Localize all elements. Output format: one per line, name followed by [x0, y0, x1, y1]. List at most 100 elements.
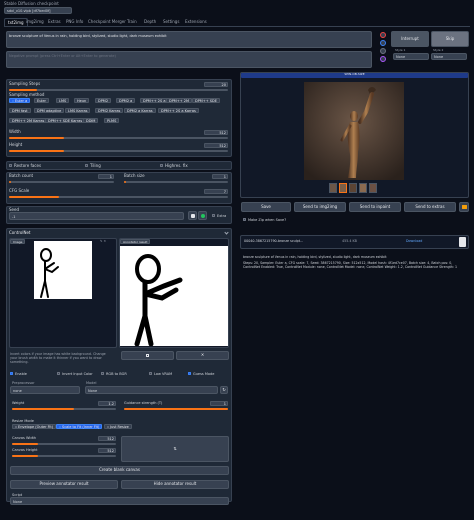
method-dpm-fast[interactable]: DPM fast — [9, 108, 31, 113]
tab-train[interactable]: Train — [127, 18, 137, 26]
paste-icon[interactable] — [380, 32, 386, 38]
annotator-close-button[interactable]: ✕ — [176, 351, 229, 360]
tab-checkpoint-merger[interactable]: Checkpoint Merger — [88, 18, 126, 26]
tab-img2img[interactable]: img2img — [26, 18, 44, 26]
interrupt-button[interactable]: Interrupt — [391, 31, 429, 47]
thumbnail[interactable] — [339, 183, 347, 193]
resize-scale-to-fit[interactable]: Scale to Fit (Inner Fit) — [56, 424, 103, 429]
thumbnail[interactable] — [349, 183, 357, 193]
canvas-height-value[interactable]: 512 — [98, 448, 116, 453]
make-zip-checkbox[interactable] — [243, 218, 246, 221]
tab-depth[interactable]: Depth — [144, 18, 156, 26]
swap-canvas-button[interactable]: ⇅ — [121, 436, 229, 462]
tab-txt2img[interactable]: txt2img — [4, 18, 28, 26]
generated-image[interactable] — [304, 82, 404, 180]
model-icon[interactable] — [380, 48, 386, 54]
thumbnail[interactable] — [369, 183, 377, 193]
style2-select[interactable]: None — [431, 53, 467, 60]
rgb-bgr-checkbox[interactable] — [101, 372, 104, 375]
tab-png-info[interactable]: PNG Info — [66, 18, 83, 26]
method-dpmpp-sde[interactable]: DPM++ SDE — [192, 98, 220, 103]
hires-fix-checkbox[interactable] — [160, 164, 163, 167]
resize-just-resize[interactable]: Just Resize — [104, 424, 132, 429]
random-seed-button[interactable] — [188, 211, 197, 220]
model-select[interactable]: None — [85, 386, 218, 394]
method-dpmpp-2s-a[interactable]: DPM++ 2S a — [140, 98, 169, 103]
method-dpm2-a[interactable]: DPM2 a — [116, 98, 136, 103]
method-dpmpp-2m-karras[interactable]: DPM++ 2M Karras — [9, 118, 48, 123]
width-value[interactable]: 512 — [204, 130, 228, 135]
method-lms-karras[interactable]: LMS Karras — [65, 108, 91, 113]
low-vram-checkbox[interactable] — [149, 372, 152, 375]
method-euler-a[interactable]: Euler a — [9, 98, 31, 103]
image-tool-icons[interactable]: ✎ ✕ — [100, 239, 114, 244]
method-ddim[interactable]: DDIM — [83, 118, 99, 123]
guess-mode-checkbox[interactable] — [188, 372, 191, 375]
create-canvas-button[interactable]: Create blank canvas — [10, 466, 229, 475]
refresh-models-button[interactable]: ↻ — [220, 386, 228, 394]
checkpoint-select[interactable]: sdxl_v10.vlpb [df7bed0f] — [4, 7, 72, 14]
extra-seed-checkbox[interactable] — [212, 214, 215, 217]
send-to-extras-button[interactable]: Send to extras — [404, 202, 456, 212]
download-link[interactable]: Download — [406, 239, 422, 244]
method-dpmpp-sde-karras[interactable]: DPM++ SDE Karras — [45, 118, 86, 123]
trash-icon[interactable] — [380, 40, 386, 46]
script-select[interactable]: None — [10, 497, 229, 505]
tab-extras[interactable]: Extras — [48, 18, 61, 26]
rgb-bgr-label: RGB to BGR — [106, 372, 127, 376]
save-style-icon[interactable] — [380, 56, 386, 62]
save-button[interactable]: Save — [241, 202, 291, 212]
style1-select[interactable]: None — [393, 53, 429, 60]
method-euler[interactable]: Euler — [34, 98, 49, 103]
preprocessor-select[interactable]: none — [10, 386, 80, 394]
skip-button[interactable]: Skip — [431, 31, 469, 47]
reuse-seed-button[interactable] — [198, 211, 207, 220]
restore-faces-checkbox[interactable] — [9, 164, 12, 167]
weight-value[interactable]: 1.2 — [98, 401, 116, 406]
open-folder-button[interactable] — [459, 202, 469, 212]
guidance-slider[interactable] — [124, 408, 228, 410]
method-lms[interactable]: LMS — [56, 98, 70, 103]
batch-count-slider[interactable] — [9, 181, 114, 183]
annotator-copy-button[interactable] — [121, 351, 174, 360]
tab-settings[interactable]: Settings — [163, 18, 179, 26]
cfg-scale-slider[interactable] — [9, 196, 228, 198]
send-to-img2img-button[interactable]: Send to img2img — [294, 202, 346, 212]
height-slider[interactable] — [9, 150, 228, 152]
enable-checkbox[interactable] — [10, 372, 13, 375]
batch-count-value[interactable]: 1 — [98, 174, 114, 179]
cfg-scale-value[interactable]: 7 — [204, 189, 228, 194]
method-plms[interactable]: PLMS — [104, 118, 120, 123]
weight-slider[interactable] — [12, 408, 116, 410]
canvas-width-slider[interactable] — [12, 443, 116, 445]
batch-size-slider[interactable] — [124, 181, 228, 183]
seed-input[interactable]: -1 — [9, 212, 184, 220]
method-dpm-adaptive[interactable]: DPM adaptive — [34, 108, 65, 113]
invert-checkbox[interactable] — [57, 372, 60, 375]
thumbnail[interactable] — [329, 183, 337, 193]
tiling-checkbox[interactable] — [85, 164, 88, 167]
height-value[interactable]: 512 — [204, 143, 228, 148]
canvas-width-value[interactable]: 512 — [98, 436, 116, 441]
tab-extensions[interactable]: Extensions — [185, 18, 207, 26]
batch-size-value[interactable]: 1 — [212, 174, 228, 179]
method-dpm2-karras[interactable]: DPM2 Karras — [95, 108, 124, 113]
canvas-height-slider[interactable] — [12, 455, 116, 457]
method-dpmpp-2m[interactable]: DPM++ 2M — [166, 98, 193, 103]
method-heun[interactable]: Heun — [74, 98, 90, 103]
sampling-steps-slider[interactable] — [9, 89, 228, 91]
thumbnail[interactable] — [359, 183, 367, 193]
send-to-inpaint-button[interactable]: Send to inpaint — [349, 202, 401, 212]
preview-annotator-button[interactable]: Preview annotator result — [10, 480, 118, 489]
method-dpm2-a-karras[interactable]: DPM2 a Karras — [124, 108, 156, 113]
guidance-value[interactable]: 1 — [210, 401, 228, 406]
width-slider[interactable] — [9, 137, 228, 139]
method-dpm2[interactable]: DPM2 — [95, 98, 112, 103]
scrollbar[interactable] — [459, 237, 466, 247]
sampling-steps-value[interactable]: 20 — [204, 82, 228, 87]
negative-prompt-input[interactable]: Negative prompt (press Ctrl+Enter or Alt… — [6, 51, 372, 68]
hide-annotator-button[interactable]: Hide annotator result — [121, 480, 229, 489]
method-dpmpp-2s-a-karras[interactable]: DPM++ 2S a Karras — [158, 108, 199, 113]
resize-envelope[interactable]: Envelope (Outer Fit) — [12, 424, 57, 429]
prompt-input[interactable]: bronze sculpture of Venus in rain, holdi… — [6, 31, 372, 48]
